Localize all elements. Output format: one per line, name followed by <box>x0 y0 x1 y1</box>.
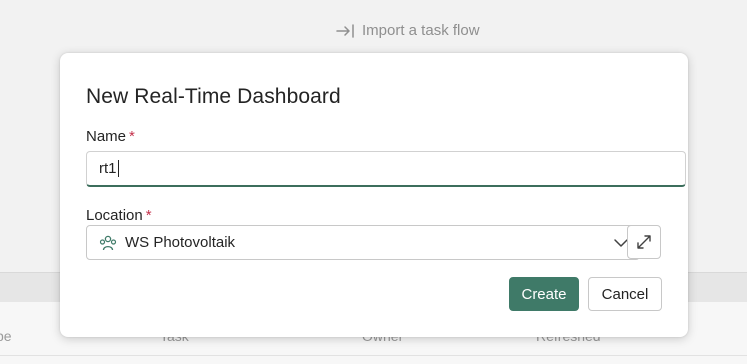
background-divider <box>0 355 747 356</box>
location-label: Location * <box>86 207 152 224</box>
location-value: WS Photovoltaik <box>125 234 236 251</box>
dialog-title: New Real-Time Dashboard <box>86 85 341 108</box>
location-dropdown[interactable]: WS Photovoltaik <box>86 225 640 260</box>
import-task-flow-link[interactable]: Import a task flow <box>336 22 480 39</box>
text-caret <box>117 160 119 177</box>
name-label-text: Name <box>86 128 127 145</box>
name-input-value: rt1 <box>99 160 117 177</box>
expand-icon <box>637 235 651 249</box>
workspace-icon <box>99 235 117 250</box>
location-label-text: Location <box>86 207 143 224</box>
name-required-mark: * <box>129 128 135 145</box>
cancel-button[interactable]: Cancel <box>588 277 662 311</box>
app-stage: Import a task flow pe Task Owner Refresh… <box>0 0 747 364</box>
name-input[interactable]: rt1 <box>86 151 686 187</box>
new-dashboard-dialog: New Real-Time Dashboard Name * rt1 Locati… <box>60 53 688 337</box>
import-icon <box>336 23 354 38</box>
location-required-mark: * <box>145 207 152 224</box>
import-task-flow-label: Import a task flow <box>362 22 480 39</box>
expand-location-button[interactable] <box>627 225 661 259</box>
column-header-type: pe <box>0 328 12 344</box>
create-button[interactable]: Create <box>509 277 579 311</box>
name-label: Name * <box>86 128 135 145</box>
